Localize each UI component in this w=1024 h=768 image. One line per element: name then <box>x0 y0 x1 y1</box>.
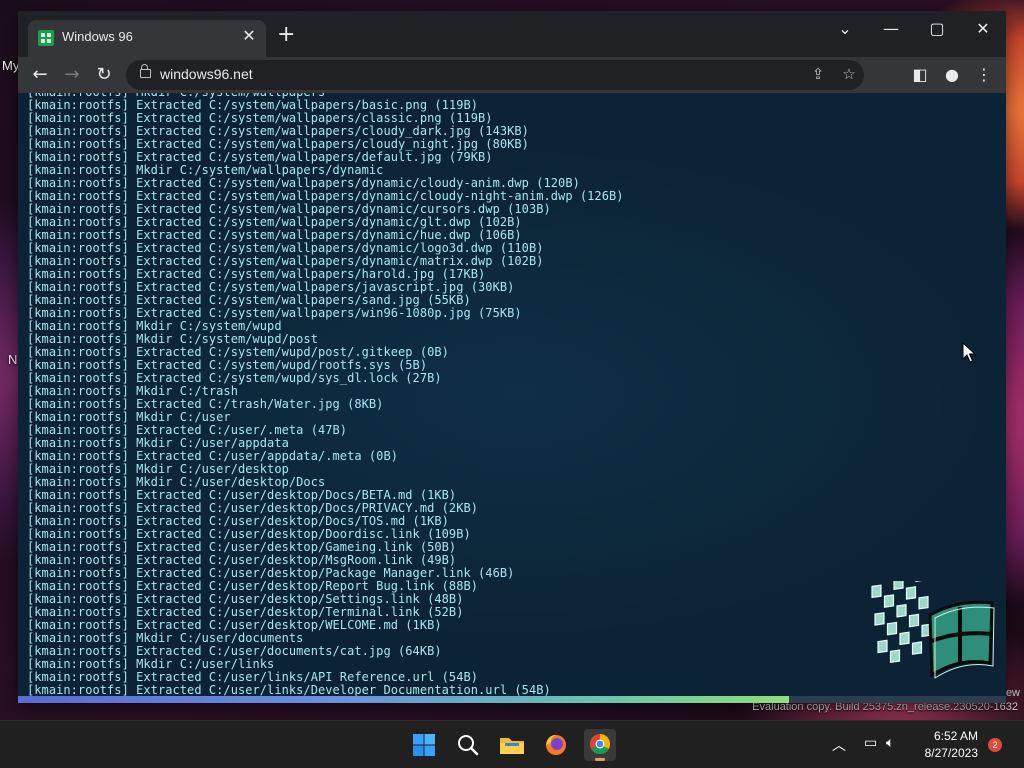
share-icon[interactable]: ⇪ <box>808 65 828 83</box>
notification-badge[interactable]: 2 <box>988 738 1002 752</box>
logo-grid-cell <box>893 581 904 591</box>
back-button[interactable]: ← <box>28 63 52 87</box>
lock-icon[interactable] <box>140 64 151 78</box>
logo-grid-cell <box>918 595 929 610</box>
clock-date[interactable]: 8/27/2023 <box>916 746 978 760</box>
minimize-button[interactable]: — <box>868 15 914 43</box>
new-tab-button[interactable]: + <box>277 24 295 46</box>
tab-strip: Windows 96 ✕ + ⌄ — ▢ ✕ <box>18 11 1006 57</box>
logo-grid-cell <box>899 631 910 646</box>
volume-icon[interactable]: 🔈︎ <box>886 735 894 751</box>
start-button[interactable] <box>408 729 440 761</box>
browser-toolbar: ← → ↻ windows96.net ⇪ ☆ ◧ ● ⋮ <box>18 57 1006 93</box>
tab-title: Windows 96 <box>62 29 133 44</box>
show-hidden-icons-chevron-icon[interactable]: ︿ <box>832 735 846 755</box>
logo-grid-cell <box>889 649 901 664</box>
menu-kebab-icon[interactable]: ⋮ <box>972 63 996 87</box>
windows-logo-icon <box>413 734 435 756</box>
folder-icon <box>500 738 524 754</box>
desktop-icon-label[interactable]: My <box>2 58 19 73</box>
desktop-watermark-fragment: ew <box>1005 687 1020 699</box>
reload-button[interactable]: ↻ <box>92 63 116 87</box>
logo-grid-cell <box>908 613 920 628</box>
logo-grid-cell <box>886 621 898 636</box>
profile-icon[interactable]: ● <box>940 63 964 87</box>
chrome-button[interactable] <box>584 729 616 761</box>
bookmark-star-icon[interactable]: ☆ <box>839 65 859 83</box>
url-text[interactable]: windows96.net <box>160 66 253 82</box>
firefox-icon <box>546 735 566 755</box>
taskbar: ︿ ▭ 🔈︎ 6:52 AM 8/27/2023 2 <box>0 720 1024 768</box>
windows96-logo-icon <box>871 581 995 679</box>
logo-grid-cell <box>874 612 885 626</box>
tab-windows96[interactable]: Windows 96 ✕ <box>28 20 266 57</box>
boot-terminal[interactable]: [kmain:rootfs] Mkdir C:/system/wallpaper… <box>18 93 1006 703</box>
browser-window: Windows 96 ✕ + ⌄ — ▢ ✕ ← → ↻ windows96.n… <box>18 11 1006 703</box>
file-explorer-button[interactable] <box>496 729 528 761</box>
chrome-icon <box>590 734 610 754</box>
close-window-button[interactable]: ✕ <box>960 15 1006 43</box>
forward-button[interactable]: → <box>60 63 84 87</box>
clock-time[interactable]: 6:52 AM <box>926 729 978 743</box>
logo-grid-cell <box>877 639 888 654</box>
search-icon <box>458 735 479 756</box>
desktop-icon-label[interactable]: N <box>8 352 17 367</box>
close-tab-icon[interactable]: ✕ <box>240 27 258 45</box>
logo-grid-cell <box>905 586 917 600</box>
search-button[interactable] <box>452 729 484 761</box>
logo-grid-cell <box>896 603 907 618</box>
tab-search-chevron-icon[interactable]: ⌄ <box>822 15 868 43</box>
terminal-output: [kmain:rootfs] Mkdir C:/system/wallpaper… <box>27 93 624 697</box>
logo-grid-cell <box>911 641 923 655</box>
boot-progress-bar <box>18 696 1006 703</box>
network-icon[interactable]: ▭ <box>864 735 877 751</box>
side-panel-icon[interactable]: ◧ <box>908 63 932 87</box>
windows96-favicon-icon <box>38 30 54 46</box>
logo-grid-cell <box>871 584 882 599</box>
logo-grid-cell <box>883 594 895 608</box>
boot-progress-fill <box>18 696 789 703</box>
address-bar[interactable]: windows96.net ⇪ ☆ <box>126 60 864 90</box>
active-app-indicator <box>595 758 605 761</box>
mouse-cursor-icon <box>962 342 976 363</box>
firefox-button[interactable] <box>540 729 572 761</box>
maximize-button[interactable]: ▢ <box>914 15 960 43</box>
